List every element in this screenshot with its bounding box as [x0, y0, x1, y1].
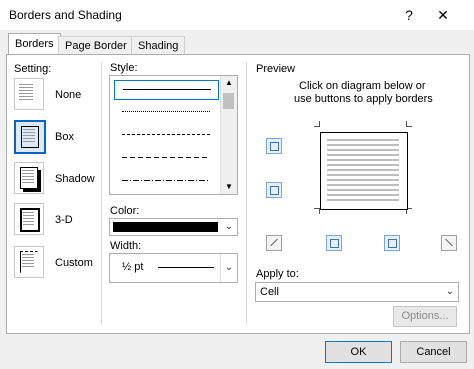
scroll-up-icon[interactable]: ▲: [224, 78, 234, 88]
setting-box-icon[interactable]: [14, 120, 46, 154]
setting-shadow-label[interactable]: Shadow: [55, 173, 95, 185]
width-label: Width:: [110, 240, 142, 252]
cancel-button[interactable]: Cancel: [400, 341, 467, 363]
setting-custom-label[interactable]: Custom: [55, 257, 93, 269]
apply-to-select[interactable]: Cell ⌄: [255, 282, 459, 302]
right-border-button[interactable]: [384, 235, 400, 251]
setting-none-label[interactable]: None: [55, 89, 81, 101]
setting-shadow-icon[interactable]: [14, 162, 44, 194]
style-dotted[interactable]: [114, 103, 217, 121]
tab-page-border[interactable]: Page Border: [58, 36, 134, 55]
style-scrollbar[interactable]: ▲ ▼: [220, 76, 237, 194]
setting-custom-icon[interactable]: [14, 246, 44, 278]
apply-to-label: Apply to:: [256, 268, 299, 280]
style-dashed[interactable]: [114, 149, 217, 167]
color-label: Color:: [110, 205, 140, 217]
preview-header: Preview: [256, 63, 296, 75]
apply-to-dropdown-icon[interactable]: ⌄: [442, 283, 458, 301]
width-dropdown-icon[interactable]: ⌄: [220, 254, 237, 282]
help-icon[interactable]: ?: [398, 5, 420, 25]
setting-header: Setting:: [14, 63, 52, 75]
left-border-button[interactable]: [326, 235, 342, 251]
width-combo[interactable]: ½ pt ⌄: [109, 253, 238, 283]
width-value: ½ pt: [122, 261, 144, 273]
preview-diagram[interactable]: [320, 132, 408, 210]
tab-shading[interactable]: Shading: [131, 36, 186, 55]
close-icon[interactable]: ✕: [432, 5, 454, 25]
setting-3d-label[interactable]: 3-D: [55, 214, 73, 226]
diagonal-up-border-button[interactable]: [441, 235, 457, 251]
ok-button[interactable]: OK: [325, 341, 392, 363]
tab-borders[interactable]: Borders: [8, 33, 61, 55]
scroll-thumb[interactable]: [223, 93, 234, 109]
color-swatch: [113, 222, 218, 232]
style-header: Style:: [110, 62, 138, 74]
preview-instruction-2: use buttons to apply borders: [294, 93, 433, 105]
options-button[interactable]: Options...: [393, 306, 457, 327]
diagonal-down-border-button[interactable]: [266, 235, 282, 251]
setting-box-label[interactable]: Box: [55, 131, 74, 143]
separator-right: [246, 62, 247, 324]
top-border-button[interactable]: [266, 138, 282, 154]
width-sample-line: [158, 267, 214, 268]
dialog-title: Borders and Shading: [9, 8, 122, 22]
setting-3d-icon[interactable]: [14, 203, 44, 235]
style-dash-dot[interactable]: [114, 172, 217, 190]
apply-to-value: Cell: [260, 286, 279, 298]
corner-mark: [406, 121, 407, 127]
setting-none-icon[interactable]: [14, 78, 44, 110]
style-dashed-short[interactable]: [114, 126, 217, 144]
corner-mark: [319, 121, 320, 127]
style-solid[interactable]: [114, 80, 219, 100]
inside-horizontal-border-button[interactable]: [266, 182, 282, 198]
style-list[interactable]: ▲ ▼: [109, 75, 238, 195]
preview-instruction-1: Click on diagram below or: [299, 80, 426, 92]
separator-left: [101, 62, 102, 324]
color-dropdown-icon[interactable]: ⌄: [221, 219, 237, 235]
color-combo[interactable]: ⌄: [109, 218, 238, 236]
scroll-down-icon[interactable]: ▼: [224, 182, 234, 192]
